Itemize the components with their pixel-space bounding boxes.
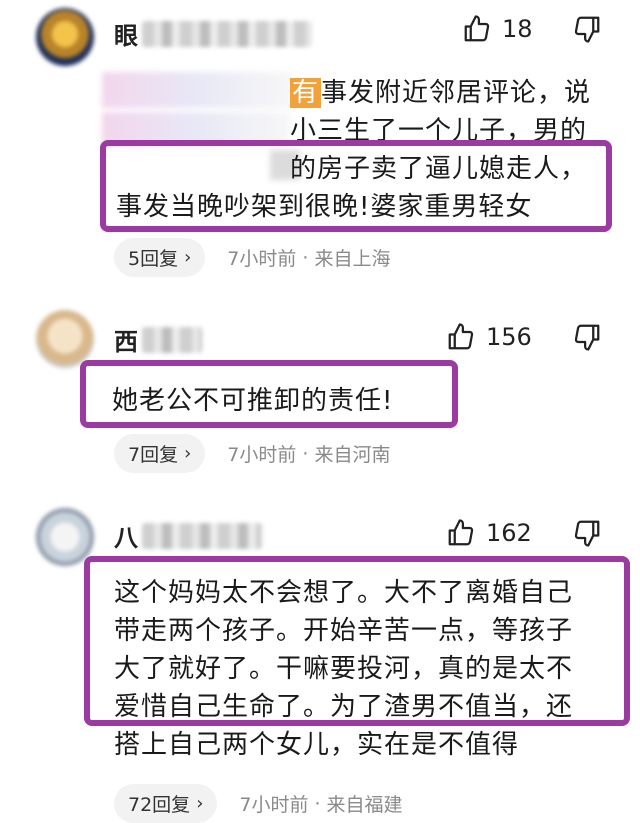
- like-count: 156: [486, 323, 532, 351]
- thumbs-up-icon: [464, 15, 490, 42]
- replies-button[interactable]: 72回复 ›: [114, 784, 218, 823]
- dislike-button[interactable]: [572, 322, 602, 356]
- blurred-text: [102, 72, 292, 108]
- thumbs-up-icon: [448, 519, 474, 546]
- like-button[interactable]: 18: [462, 14, 533, 44]
- like-count: 162: [486, 519, 532, 547]
- dislike-button[interactable]: [572, 14, 602, 48]
- username-blurred: [142, 20, 312, 47]
- location: 来自上海: [314, 248, 391, 270]
- thumbs-down-icon: [574, 324, 600, 351]
- replies-label: 5回复: [128, 248, 179, 270]
- username-visible: 西: [114, 328, 138, 356]
- thumbs-up-icon: [448, 323, 474, 350]
- dislike-button[interactable]: [572, 518, 602, 552]
- username-visible: 八: [114, 524, 138, 552]
- like-button[interactable]: 162: [446, 518, 532, 548]
- text-prefix: 有: [290, 78, 322, 108]
- comment-2: 西 156 她老公不可推卸的责任! 7回复 › 7小时前 · 来自河南: [0, 300, 640, 480]
- chevron-right-icon: ›: [196, 793, 204, 814]
- thumbs-down-icon: [574, 16, 600, 43]
- thumbs-down-icon: [574, 520, 600, 547]
- username-visible: 眼: [114, 22, 138, 50]
- like-button[interactable]: 156: [446, 322, 532, 352]
- username[interactable]: 八: [114, 518, 262, 553]
- highlight-box: [80, 360, 458, 428]
- highlight-box: [100, 140, 612, 232]
- separator: ·: [302, 246, 309, 269]
- location: 来自福建: [326, 794, 403, 816]
- text-line: 事发附近邻居评论，说: [321, 78, 592, 108]
- replies-button[interactable]: 5回复 ›: [114, 238, 206, 277]
- comment-3: 八 162 这个妈妈太不会想了。大不了离婚自己 带走两个孩子。开始辛苦一点，等孩…: [0, 490, 640, 823]
- username-blurred: [142, 522, 262, 549]
- text-line: 搭上自己两个女儿，实在是不值得: [114, 730, 520, 760]
- chevron-right-icon: ›: [184, 247, 192, 268]
- username-blurred: [142, 326, 202, 353]
- avatar[interactable]: [36, 8, 94, 66]
- location: 来自河南: [314, 444, 391, 466]
- replies-label: 7回复: [128, 444, 179, 466]
- timestamp: 7小时前: [227, 444, 297, 466]
- timestamp: 7小时前: [239, 794, 309, 816]
- like-count: 18: [502, 15, 533, 43]
- comment-meta: 7回复 › 7小时前 · 来自河南: [114, 434, 390, 473]
- username[interactable]: 眼: [114, 16, 312, 51]
- separator: ·: [314, 792, 321, 815]
- avatar[interactable]: [36, 508, 94, 566]
- timestamp: 7小时前: [227, 248, 297, 270]
- replies-button[interactable]: 7回复 ›: [114, 434, 206, 473]
- replies-label: 72回复: [128, 794, 191, 816]
- highlight-box: [84, 556, 630, 726]
- comment-meta: 5回复 › 7小时前 · 来自上海: [114, 238, 390, 277]
- comment-1: 眼 18 有事发附近邻居评论，说 小三生了一个儿子，男的 的房子卖了逼儿媳走人，…: [0, 0, 640, 290]
- chevron-right-icon: ›: [184, 443, 192, 464]
- comment-meta: 72回复 › 7小时前 · 来自福建: [114, 784, 403, 823]
- username[interactable]: 西: [114, 322, 202, 357]
- separator: ·: [302, 442, 309, 465]
- comment-text: 有事发附近邻居评论，说: [290, 74, 591, 112]
